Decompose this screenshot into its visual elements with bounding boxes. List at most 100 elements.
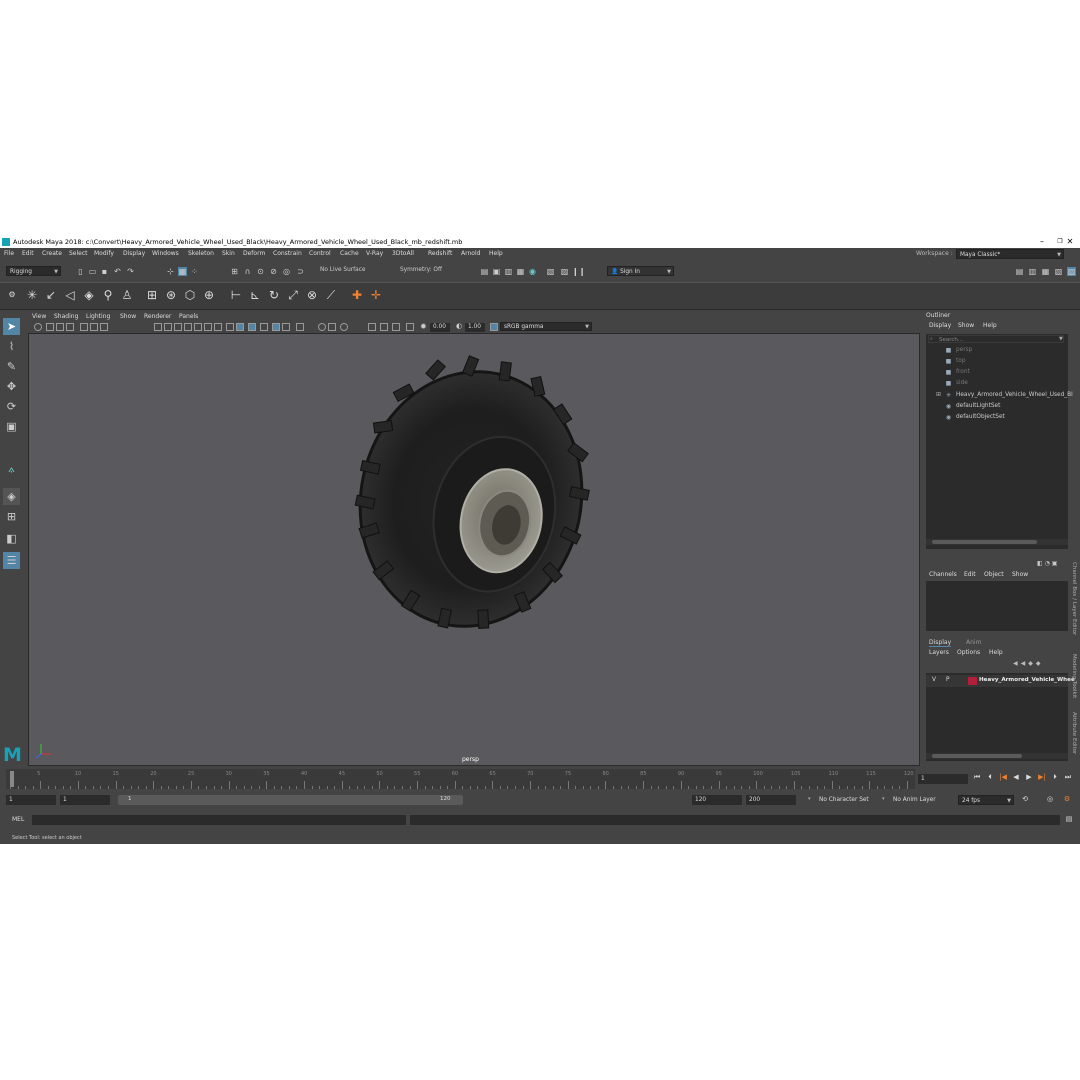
tab-anim-layers[interactable]: Anim: [966, 639, 981, 646]
channel-box-toggle-icon[interactable]: ▧: [1054, 267, 1063, 276]
select-tool-icon[interactable]: ➤: [3, 318, 20, 335]
menu-vray[interactable]: V-Ray: [366, 248, 383, 260]
panel-menu-lighting[interactable]: Lighting: [86, 312, 110, 322]
resolution-gate-icon[interactable]: [406, 323, 414, 331]
sign-in-button[interactable]: 👤 Sign In ▼: [607, 266, 674, 276]
layer-visibility-toggle[interactable]: V: [932, 677, 936, 683]
current-time-indicator[interactable]: [10, 771, 14, 787]
ik-spline-icon[interactable]: ◁: [63, 288, 77, 302]
panel-menu-shading[interactable]: Shading: [54, 312, 78, 322]
layer-color-swatch[interactable]: [968, 677, 977, 685]
outliner-item-front[interactable]: ■ front: [946, 369, 970, 376]
sculpt-deformer-icon[interactable]: ⊕: [202, 288, 216, 302]
step-back-frame-icon[interactable]: ⏴: [985, 772, 995, 782]
open-scene-icon[interactable]: ▭: [88, 267, 97, 276]
scrollbar-thumb[interactable]: [932, 540, 1037, 544]
parent-constraint-icon[interactable]: ⊢: [229, 288, 243, 302]
xray-icon[interactable]: [260, 323, 268, 331]
snap-point-icon[interactable]: ⊙: [256, 267, 265, 276]
light-icon[interactable]: [340, 323, 348, 331]
panel-menu-panels[interactable]: Panels: [179, 312, 198, 322]
snap-curve-icon[interactable]: ∩: [243, 267, 252, 276]
scale-constraint-icon[interactable]: ⤢: [286, 288, 300, 302]
vray-render-icon[interactable]: ▧: [546, 267, 555, 276]
anim-layer-dropdown[interactable]: No Anim Layer: [890, 795, 948, 805]
grid-toggle-icon[interactable]: [90, 323, 98, 331]
menu-help[interactable]: Help: [489, 248, 503, 260]
single-perspective-layout-icon[interactable]: ◈: [3, 488, 20, 505]
outliner-menu-show[interactable]: Show: [958, 322, 974, 329]
perspective-viewport[interactable]: persp: [28, 333, 920, 766]
outliner-item-persp[interactable]: ■ persp: [946, 347, 973, 354]
panel-menu-renderer[interactable]: Renderer: [144, 312, 171, 322]
layer-row[interactable]: V P Heavy_Armored_Vehicle_Whee: [926, 675, 1075, 687]
layer-editor-toggle-icon[interactable]: ▨: [1067, 267, 1076, 276]
snap-grid-icon[interactable]: ⊞: [230, 267, 239, 276]
outliner-item-side[interactable]: ■ side: [946, 380, 968, 387]
wrap-deformer-icon[interactable]: ⬡: [183, 288, 197, 302]
hud-icon[interactable]: [296, 323, 304, 331]
menu-3dtoall[interactable]: 3DtoAll: [392, 248, 414, 260]
orient-constraint-icon[interactable]: ↻: [267, 288, 281, 302]
menu-skin[interactable]: Skin: [222, 248, 235, 260]
layer-menu-layers[interactable]: Layers: [929, 649, 949, 656]
auto-key-icon[interactable]: ◎: [1045, 794, 1055, 804]
outliner-item-default-light-set[interactable]: ◉ defaultLightSet: [946, 403, 1001, 410]
fps-dropdown[interactable]: 24 fps ▼: [958, 795, 1014, 805]
ik-handle-icon[interactable]: ↙: [44, 288, 58, 302]
menu-select[interactable]: Select: [69, 248, 88, 260]
shading-toggle-icon[interactable]: [328, 323, 336, 331]
layer-action-icons[interactable]: ◀◀◆◆: [1013, 660, 1043, 667]
menu-edit[interactable]: Edit: [22, 248, 34, 260]
menu-cache[interactable]: Cache: [340, 248, 359, 260]
rotate-tool-icon[interactable]: ⟳: [3, 398, 20, 415]
snap-surface-icon[interactable]: ◎: [282, 267, 291, 276]
menu-set-dropdown[interactable]: Rigging ▼: [6, 266, 61, 276]
outliner-item-top[interactable]: ■ top: [946, 358, 966, 365]
lattice-icon[interactable]: ⊞: [145, 288, 159, 302]
expand-icon[interactable]: ⊞: [936, 391, 941, 398]
wireframe-on-shaded-icon[interactable]: [174, 323, 182, 331]
camera-attributes-icon[interactable]: [46, 323, 54, 331]
hypershade-icon[interactable]: ◉: [528, 267, 537, 276]
modeling-toolkit-side-tab[interactable]: Modeling Toolkit: [1071, 654, 1077, 698]
animation-end-field[interactable]: 200: [746, 795, 796, 805]
lasso-tool-icon[interactable]: ⌇: [3, 338, 20, 355]
menu-redshift[interactable]: Redshift: [428, 248, 452, 260]
snap-magnet-icon[interactable]: ⊃: [296, 267, 305, 276]
time-slider[interactable]: 5 10 15 20 25 30 35 40 45 50 55 60 65 70 75 80 85 90 95 100…: [6, 769, 915, 789]
xray-components-icon[interactable]: [282, 323, 290, 331]
modeling-toolkit-icon[interactable]: ▤: [1015, 267, 1024, 276]
script-editor-icon[interactable]: ▤: [1064, 814, 1074, 824]
attribute-editor-icon[interactable]: ▥: [1028, 267, 1037, 276]
loop-icon[interactable]: ⟲: [1020, 794, 1030, 804]
outliner-search-input[interactable]: Search...: [928, 335, 1064, 343]
redo-icon[interactable]: ↷: [126, 267, 135, 276]
layer-name[interactable]: Heavy_Armored_Vehicle_Whee: [979, 677, 1075, 683]
select-object-icon[interactable]: ▦: [178, 267, 187, 276]
command-language-label[interactable]: MEL: [12, 816, 24, 823]
bookmark-icon[interactable]: [56, 323, 64, 331]
joint-tool-icon[interactable]: ✳: [25, 288, 39, 302]
animation-start-field[interactable]: 1: [6, 795, 56, 805]
go-to-end-icon[interactable]: ⏭: [1063, 772, 1073, 782]
render-settings-icon[interactable]: ▤: [480, 267, 489, 276]
scale-tool-icon[interactable]: ▣: [3, 418, 20, 435]
paint-select-icon[interactable]: ✎: [3, 358, 20, 375]
menu-windows[interactable]: Windows: [152, 248, 179, 260]
pause-render-icon[interactable]: ❙❙: [572, 267, 585, 276]
layer-menu-help[interactable]: Help: [989, 649, 1003, 656]
menu-constrain[interactable]: Constrain: [273, 248, 302, 260]
human-ik-icon[interactable]: ♙: [120, 288, 134, 302]
side-by-side-layout-icon[interactable]: ◧: [3, 530, 20, 547]
color-management-icon[interactable]: [490, 323, 498, 331]
aim-constraint-icon[interactable]: ⊗: [305, 288, 319, 302]
menu-skeleton[interactable]: Skeleton: [188, 248, 214, 260]
grease-pencil-icon[interactable]: [80, 323, 88, 331]
close-button[interactable]: ✕: [1060, 236, 1080, 248]
outliner-item-default-object-set[interactable]: ◉ defaultObjectSet: [946, 414, 1005, 421]
smooth-shade-icon[interactable]: [164, 323, 172, 331]
menu-control[interactable]: Control: [309, 248, 331, 260]
menu-arnold[interactable]: Arnold: [461, 248, 480, 260]
locator-icon[interactable]: ✚: [350, 288, 364, 302]
